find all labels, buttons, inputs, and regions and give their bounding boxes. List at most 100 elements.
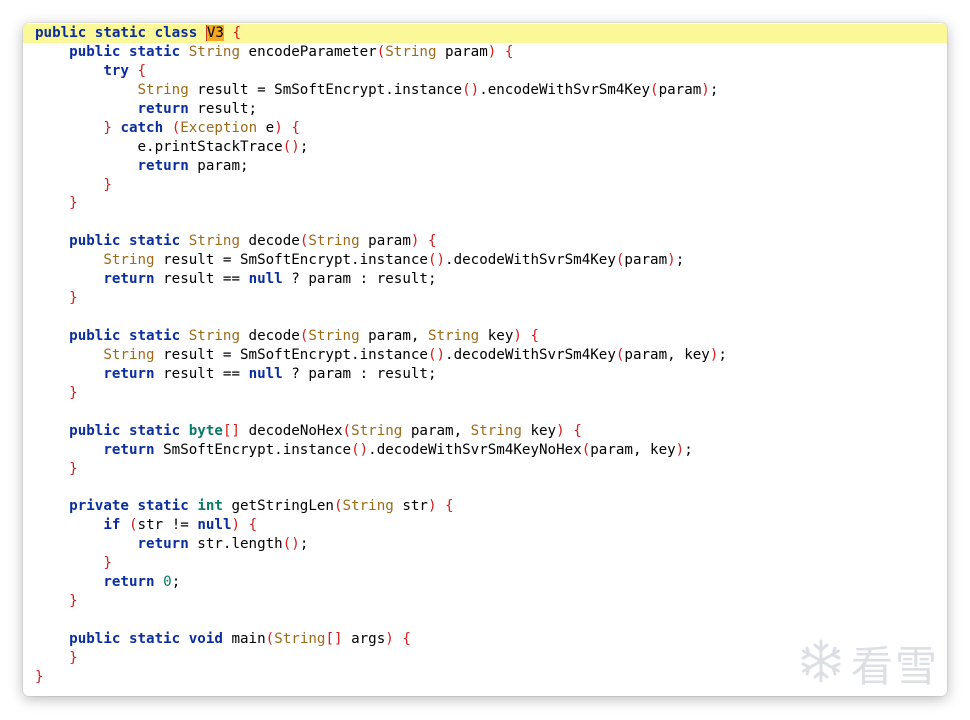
code-token: static xyxy=(128,631,181,647)
code-token: ( xyxy=(265,631,275,647)
code-line[interactable]: if (str != null) { xyxy=(23,516,947,535)
code-line[interactable]: return str.length(); xyxy=(23,535,947,554)
code-token: param xyxy=(624,252,668,269)
code-line[interactable]: } xyxy=(23,384,947,403)
code-token: int xyxy=(197,498,223,515)
code-viewer-window: public static class V3 { public static S… xyxy=(23,23,947,696)
code-token: decodeNoHex xyxy=(240,422,343,439)
code-token: } xyxy=(103,555,112,572)
code-line[interactable] xyxy=(23,479,947,498)
code-line[interactable]: return 0; xyxy=(23,573,947,592)
code-token: static xyxy=(128,328,181,344)
code-line[interactable]: String result = SmSoftEncrypt.instance()… xyxy=(23,346,947,365)
code-line[interactable]: return result; xyxy=(23,100,947,119)
code-token: ( xyxy=(376,43,386,60)
code-token: String xyxy=(385,43,437,60)
code-line[interactable]: } xyxy=(23,592,947,611)
code-token: String xyxy=(188,328,241,344)
code-line[interactable]: try { xyxy=(23,62,947,81)
code-line[interactable]: private static int getStringLen(String s… xyxy=(23,497,947,516)
code-token: ) xyxy=(667,252,676,269)
code-line[interactable]: return result == null ? param : result; xyxy=(23,365,947,384)
code-token: { xyxy=(530,328,540,344)
code-token: getStringLen xyxy=(222,498,334,515)
code-line[interactable]: e.printStackTrace(); xyxy=(23,138,947,157)
code-token: String xyxy=(103,346,155,363)
code-token: return xyxy=(103,365,155,382)
code-line[interactable]: return param; xyxy=(23,157,947,176)
code-token: String xyxy=(274,631,326,647)
code-token: str xyxy=(393,498,428,515)
code-token: 0 xyxy=(163,574,172,591)
code-token: ( xyxy=(333,498,343,515)
code-token: return xyxy=(103,574,155,591)
code-token: ) xyxy=(385,631,394,647)
code-token: param, xyxy=(359,328,428,344)
code-token: ) xyxy=(556,422,565,439)
code-token: ( xyxy=(581,441,591,458)
code-line[interactable]: public static String encodeParameter(Str… xyxy=(23,43,947,62)
code-line[interactable] xyxy=(23,308,947,327)
code-line[interactable]: return result == null ? param : result; xyxy=(23,270,947,289)
code-line[interactable] xyxy=(23,213,947,232)
code-line[interactable]: } xyxy=(23,554,947,573)
code-line[interactable]: } xyxy=(23,176,947,195)
code-token: static xyxy=(137,498,189,515)
code-token: ) xyxy=(513,328,522,344)
code-editor[interactable]: public static class V3 { public static S… xyxy=(23,24,947,687)
code-token: result = SmSoftEncrypt.instance xyxy=(188,81,463,98)
code-token: return xyxy=(137,536,189,553)
code-token: public xyxy=(69,328,121,344)
code-token: result == xyxy=(154,271,249,288)
code-line[interactable]: } xyxy=(23,289,947,308)
code-token: decode xyxy=(240,328,300,344)
code-token: () xyxy=(282,536,300,553)
code-token: param xyxy=(359,233,411,250)
code-token: ? param : result; xyxy=(282,271,437,288)
code-line[interactable]: String result = SmSoftEncrypt.instance()… xyxy=(23,251,947,270)
code-line[interactable]: String result = SmSoftEncrypt.instance()… xyxy=(23,81,947,100)
code-token: main xyxy=(222,631,266,647)
code-token: byte xyxy=(188,422,223,439)
code-line[interactable] xyxy=(23,611,947,630)
code-token: ) xyxy=(274,119,283,136)
code-line[interactable]: public static String decode(String param… xyxy=(23,327,947,346)
code-token: ( xyxy=(128,517,138,534)
code-line[interactable]: public static byte[] decodeNoHex(String … xyxy=(23,422,947,441)
code-line[interactable]: } xyxy=(23,194,947,213)
code-token: String xyxy=(188,43,241,60)
snowflake-icon xyxy=(797,637,845,690)
code-token: ) xyxy=(675,441,685,458)
code-line[interactable]: } xyxy=(23,460,947,479)
code-token: ; xyxy=(684,441,693,458)
code-line[interactable]: public static class V3 { xyxy=(23,24,947,43)
code-token: param xyxy=(436,43,488,60)
code-line[interactable] xyxy=(23,403,947,422)
code-line[interactable]: return SmSoftEncrypt.instance().decodeWi… xyxy=(23,441,947,460)
code-line[interactable]: } catch (Exception e) { xyxy=(23,119,947,138)
code-token: String xyxy=(103,252,155,269)
code-line[interactable]: public static String decode(String param… xyxy=(23,232,947,251)
code-token: { xyxy=(291,119,300,136)
code-token: String xyxy=(342,498,394,515)
code-token: e.printStackTrace xyxy=(35,138,283,155)
code-token: String xyxy=(188,233,241,250)
